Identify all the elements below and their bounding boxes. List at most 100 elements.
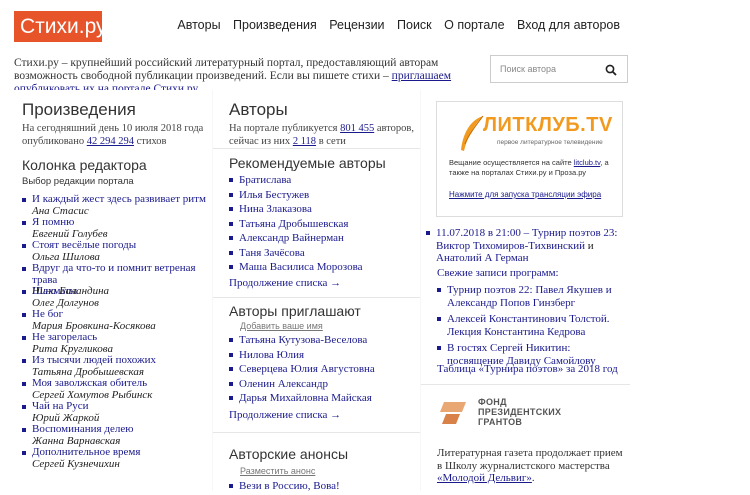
author-search-input[interactable]: Поиск автора xyxy=(490,55,628,83)
list-item[interactable]: Дарья Михайловна Майская xyxy=(229,392,417,407)
list-item[interactable]: Оленин Александр xyxy=(229,378,417,393)
event-and: и xyxy=(587,239,594,252)
divider xyxy=(213,432,420,433)
presidential-grants-logo[interactable]: ФОНД ПРЕЗИДЕНТСКИХ ГРАНТОВ xyxy=(438,396,618,436)
litclub-event: 11.07.2018 в 21:00 – Турнир поэтов 23: В… xyxy=(426,227,626,265)
list-item[interactable]: Нилова Юлия xyxy=(229,349,417,364)
authors-count-link[interactable]: 801 455 xyxy=(340,123,374,134)
invite-more-link[interactable]: Продолжение списка → xyxy=(229,409,341,421)
work-title[interactable]: Вдруг да что-то и помнит ветреная трава xyxy=(32,262,210,286)
list-item[interactable]: Дополнительное время Сергей Кузнечихин xyxy=(22,446,210,471)
authors-column xyxy=(213,90,420,491)
list-item[interactable]: Вези в Россию, Вова! xyxy=(229,480,417,495)
authors-stats: На портале публикуется 801 455 авторов, … xyxy=(229,122,414,148)
work-title[interactable]: Моя заволжская обитель xyxy=(32,377,210,390)
add-your-name-link[interactable]: Добавить ваше имя xyxy=(240,321,323,331)
event-title-link[interactable]: Турнир поэтов 23: xyxy=(532,227,618,239)
tournament-table-link[interactable]: Таблица «Турнира поэтов» xyxy=(437,363,563,375)
place-announcement-link[interactable]: Разместить анонс xyxy=(240,466,315,476)
tagline-text: Стихи.ру – крупнейший российский литерат… xyxy=(14,57,439,82)
main-nav: Авторы Произведения Рецензии Поиск О пор… xyxy=(168,18,620,32)
list-item[interactable]: Из тысячи людей похожих Татьяна Дробышевс… xyxy=(22,354,210,378)
list-item[interactable]: Александр Вайнерман xyxy=(229,232,417,247)
works-stats: На сегодняшний день 10 июля 2018 года оп… xyxy=(22,122,203,148)
invite-authors-title: Авторы приглашают xyxy=(229,303,361,319)
recommended-authors-title: Рекомендуемые авторы xyxy=(229,155,386,171)
work-title[interactable]: Из тысячи людей похожих xyxy=(32,354,210,367)
divider xyxy=(213,148,420,149)
fund-desc-end: . xyxy=(531,472,535,484)
works-stat-count-line: опубликовано 42 294 294 стихов xyxy=(22,135,203,148)
work-title[interactable]: Стоят весёлые погоды xyxy=(32,239,210,252)
announcements-list: Вези в Россию, Вова! xyxy=(229,480,417,495)
list-item[interactable]: Северцева Юлия Августовна xyxy=(229,363,417,378)
list-item[interactable]: Вдруг да что-то и помнит ветреная трава Н… xyxy=(22,262,210,297)
authors-stat-line1: На портале публикуется 801 455 авторов, xyxy=(229,122,414,135)
work-title[interactable]: Воспоминания делею xyxy=(32,423,210,436)
list-item[interactable]: Турнир поэтов 22: Павел Якушев и Алексан… xyxy=(437,284,622,309)
list-item[interactable]: Чай на Руси Юрий Жаркой xyxy=(22,400,210,424)
nav-authors[interactable]: Авторы xyxy=(177,18,220,32)
editor-column-title: Колонка редактора xyxy=(22,157,147,173)
event-date: 11.07.2018 в 21:00 – xyxy=(436,227,530,239)
litclub-banner[interactable]: ЛИТКЛУБ.TV первое литературное телевиден… xyxy=(436,101,623,217)
recent-records-title: Свежие записи программ: xyxy=(437,267,559,279)
editor-works-list: И каждый жест здесь развивает ритм Ана Ст… xyxy=(22,193,210,471)
online-count-link[interactable]: 2 118 xyxy=(293,136,316,147)
litclub-desc: Вещание осуществляется на сайте litclub.… xyxy=(449,158,619,177)
fund-desc: Литературная газета продолжает прием в Ш… xyxy=(437,447,625,485)
list-item[interactable]: Таня Зачёсова xyxy=(229,247,417,262)
works-stat-post: стихов xyxy=(136,136,167,147)
search-icon[interactable] xyxy=(605,64,617,76)
work-title[interactable]: И каждый жест здесь развивает ритм xyxy=(32,193,210,206)
work-title[interactable]: Я помню xyxy=(32,216,210,229)
nav-about[interactable]: О портале xyxy=(444,18,504,32)
litclub-logo-sub: первое литературное телевидение xyxy=(497,139,603,146)
event-poet1-link[interactable]: Виктор Тихомиров-Тихвинский xyxy=(436,240,585,252)
list-item[interactable]: Не загорелась Рита Кругликова xyxy=(22,331,210,355)
works-stat-date: На сегодняшний день 10 июля 2018 года xyxy=(22,123,204,134)
recommended-more-link[interactable]: Продолжение списка → xyxy=(229,277,341,289)
nav-works[interactable]: Произведения xyxy=(233,18,317,32)
work-title[interactable]: Дополнительное время xyxy=(32,446,210,459)
list-item[interactable]: Татьяна Дробышевская xyxy=(229,218,417,233)
list-item[interactable]: Воспоминания делею Жанна Варнавская xyxy=(22,423,210,447)
list-item[interactable]: Алексей Константинович Толстой. Лекция К… xyxy=(437,313,622,338)
list-item[interactable]: Илья Бестужев xyxy=(229,189,417,204)
list-item[interactable]: Моя заволжская обитель Сергей Хомутов Рыб… xyxy=(22,377,210,401)
list-item[interactable]: Я помню Евгений Голубев xyxy=(22,216,210,240)
invite-authors-list: Татьяна Кутузова-Веселова Нилова Юлия Се… xyxy=(229,334,417,407)
work-author[interactable]: Сергей Кузнечихин xyxy=(32,458,210,471)
work-title[interactable]: Не загорелась xyxy=(32,331,210,344)
fund-desc-text: Литературная газета продолжает прием в Ш… xyxy=(437,447,623,472)
grants-logo-line1: ФОНД xyxy=(478,397,507,407)
recommended-authors-list: Братислава Илья Бестужев Нина Злаказова … xyxy=(229,174,417,276)
work-title[interactable]: Шахматы xyxy=(32,285,210,298)
grants-logo-line3: ГРАНТОВ xyxy=(478,417,523,427)
nav-reviews[interactable]: Рецензии xyxy=(329,18,384,32)
list-item[interactable]: Маша Василиса Морозова xyxy=(229,261,417,276)
list-item[interactable]: Братислава xyxy=(229,174,417,189)
works-count-link[interactable]: 42 294 294 xyxy=(87,136,134,147)
litclub-logo-text: ЛИТКЛУБ.TV xyxy=(483,114,613,136)
authors-stat-line2-pre: сейчас из них xyxy=(229,136,291,147)
list-item[interactable]: И каждый жест здесь развивает ритм Ана Ст… xyxy=(22,193,210,217)
grants-logo-line2: ПРЕЗИДЕНТСКИХ xyxy=(478,407,562,417)
bullet xyxy=(426,231,430,235)
divider xyxy=(213,297,420,298)
litclub-site-link[interactable]: litclub.tv xyxy=(574,158,601,167)
work-title[interactable]: Чай на Руси xyxy=(32,400,210,413)
list-item[interactable]: Шахматы Олег Долгунов xyxy=(22,285,210,309)
event-poet2-link[interactable]: Анатолий А Герман xyxy=(436,252,529,264)
site-logo[interactable]: Стихи.ру xyxy=(14,11,107,42)
young-delvig-link[interactable]: «Молодой Дельвиг» xyxy=(437,472,532,484)
authors-title: Авторы xyxy=(229,100,288,119)
list-item[interactable]: Татьяна Кутузова-Веселова xyxy=(229,334,417,349)
list-item[interactable]: Не бог Мария Бровкина-Косякова xyxy=(22,308,210,332)
nav-search[interactable]: Поиск xyxy=(397,18,432,32)
list-item[interactable]: Стоят весёлые погоды Ольга Шилова xyxy=(22,239,210,263)
nav-login[interactable]: Вход для авторов xyxy=(517,18,620,32)
start-broadcast-link[interactable]: Нажмите для запуска трансляции эфира xyxy=(449,190,601,199)
list-item[interactable]: Нина Злаказова xyxy=(229,203,417,218)
work-title[interactable]: Не бог xyxy=(32,308,210,321)
